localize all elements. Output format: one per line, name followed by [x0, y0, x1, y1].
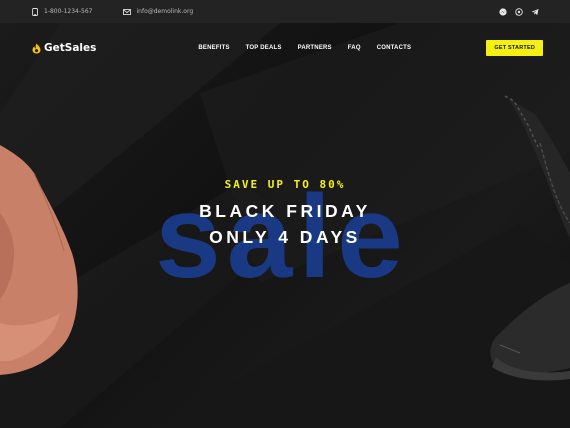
telegram-icon[interactable]	[531, 8, 539, 16]
phone-icon	[32, 7, 38, 16]
main-navigation: GetSales BENEFITS TOP DEALS PARTNERS FAQ…	[0, 23, 570, 73]
nav-menu: BENEFITS TOP DEALS PARTNERS FAQ CONTACTS	[198, 45, 411, 51]
brand-logo[interactable]: GetSales	[32, 42, 96, 54]
nav-item-faq[interactable]: FAQ	[348, 45, 361, 51]
phone-number: 1-800-1234-567	[44, 8, 93, 15]
nav-item-contacts[interactable]: CONTACTS	[377, 45, 412, 51]
brand-name: GetSales	[44, 42, 97, 54]
top-bar: 1-800-1234-567 info@demolink.org	[0, 0, 570, 23]
get-started-button[interactable]: GET STARTED	[486, 40, 543, 56]
headline-line-1: BLACK FRIDAY	[199, 201, 371, 221]
headline-line-2: ONLY 4 DAYS	[209, 227, 361, 247]
nav-item-partners[interactable]: PARTNERS	[298, 45, 332, 51]
email-contact[interactable]: info@demolink.org	[122, 8, 194, 15]
email-address: info@demolink.org	[136, 8, 194, 15]
social-links	[499, 7, 539, 16]
nav-item-benefits[interactable]: BENEFITS	[198, 45, 229, 51]
phone-contact[interactable]: 1-800-1234-567	[32, 7, 93, 16]
whatsapp-icon[interactable]	[515, 7, 523, 16]
flame-icon	[32, 43, 41, 53]
nav-item-top-deals[interactable]: TOP DEALS	[246, 45, 282, 51]
promo-text: SAVE UP TO 80%	[224, 178, 346, 191]
messenger-icon[interactable]	[499, 7, 507, 16]
envelope-icon	[122, 8, 131, 15]
